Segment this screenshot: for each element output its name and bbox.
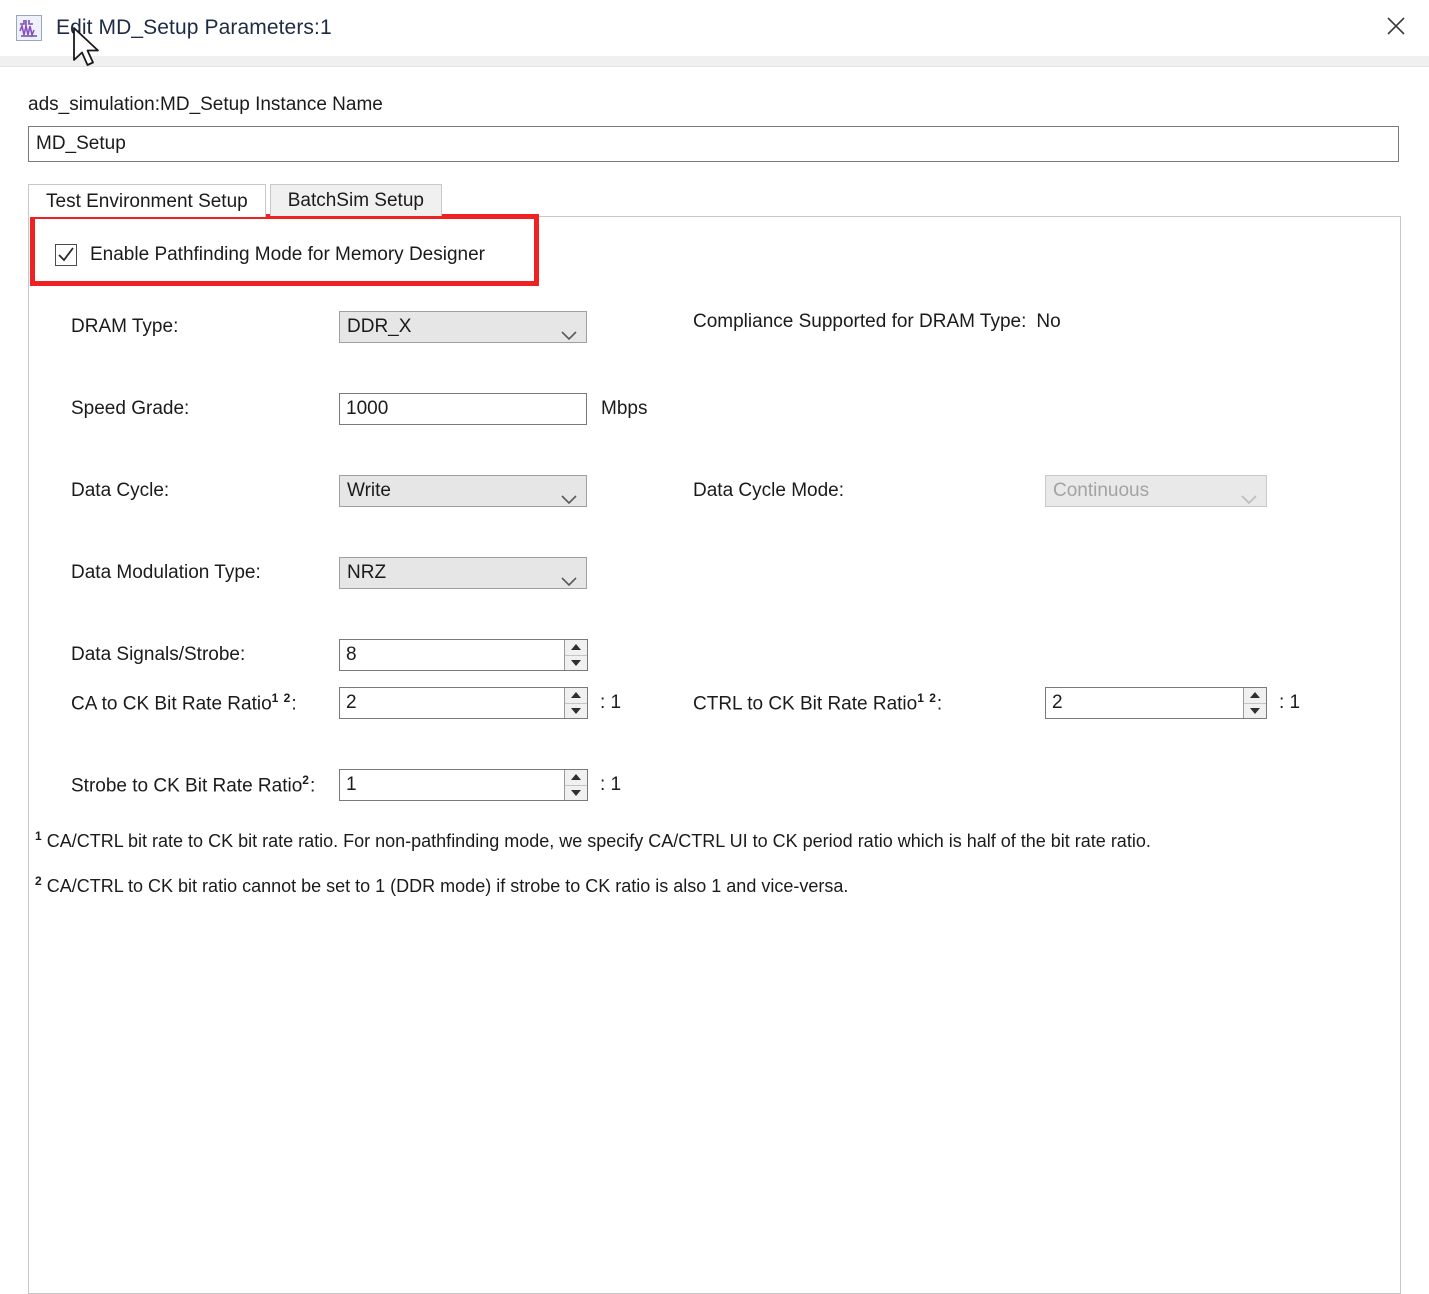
- footnote-1: 1 CA/CTRL bit rate to CK bit rate ratio.…: [35, 829, 1151, 852]
- spinner-down-icon[interactable]: [565, 785, 587, 800]
- strobe-to-ck-label-text: Strobe to CK Bit Rate Ratio: [71, 775, 303, 797]
- spinner-buttons[interactable]: [564, 688, 587, 718]
- data-signals-strobe-label: Data Signals/Strobe:: [71, 644, 246, 665]
- footnote-1-text: CA/CTRL bit rate to CK bit rate ratio. F…: [41, 831, 1151, 851]
- ca-to-ck-superscript: 1 2: [271, 690, 292, 705]
- ctrl-to-ck-superscript: 1 2: [917, 690, 937, 705]
- footnote-2-text: CA/CTRL to CK bit ratio cannot be set to…: [41, 876, 849, 896]
- ctrl-to-ck-label: CTRL to CK Bit Rate Ratio1 2:: [693, 691, 1045, 715]
- footnote-2-marker: 2: [35, 874, 42, 888]
- data-signals-strobe-spinner[interactable]: [339, 639, 588, 671]
- strobe-to-ck-ratio-suffix: : 1: [600, 774, 622, 795]
- parameter-form: DRAM Type: DDR_X Compliance Supported fo…: [29, 217, 1400, 1293]
- spinner-up-icon[interactable]: [565, 640, 587, 656]
- tab-test-environment-setup[interactable]: Test Environment Setup: [28, 184, 266, 217]
- footnote-1-marker: 1: [35, 829, 42, 843]
- ctrl-to-ck-spinner[interactable]: [1045, 687, 1267, 719]
- dram-type-row: DRAM Type: DDR_X: [71, 311, 587, 343]
- spinner-down-icon[interactable]: [565, 655, 587, 670]
- speed-grade-input[interactable]: [339, 393, 587, 425]
- footnote-2: 2 CA/CTRL to CK bit ratio cannot be set …: [35, 874, 848, 897]
- chevron-down-icon: [1241, 488, 1257, 510]
- strobe-to-ck-label: Strobe to CK Bit Rate Ratio2:: [71, 773, 339, 797]
- ctrl-to-ck-row: CTRL to CK Bit Rate Ratio1 2: : 1: [693, 687, 1300, 719]
- strobe-to-ck-row: Strobe to CK Bit Rate Ratio2: : 1: [71, 769, 621, 801]
- instance-name-label: ads_simulation:MD_Setup Instance Name: [28, 94, 383, 115]
- edit-parameters-dialog: Edit MD_Setup Parameters:1 ads_simulatio…: [0, 0, 1429, 1294]
- data-modulation-type-label: Data Modulation Type:: [71, 562, 261, 583]
- close-button[interactable]: [1363, 0, 1429, 52]
- strobe-to-ck-spinner[interactable]: [339, 769, 588, 801]
- spinner-buttons[interactable]: [1243, 688, 1266, 718]
- instance-name-input[interactable]: [28, 126, 1399, 162]
- ctrl-to-ck-input[interactable]: [1045, 687, 1267, 719]
- speed-grade-unit: Mbps: [601, 398, 648, 419]
- tab-strip: Test Environment Setup BatchSim Setup: [28, 184, 1401, 217]
- ca-to-ck-colon: :: [291, 693, 297, 715]
- spinner-buttons[interactable]: [564, 640, 587, 670]
- spinner-up-icon[interactable]: [1244, 688, 1266, 704]
- title-divider: [0, 56, 1429, 67]
- data-cycle-mode-label: Data Cycle Mode:: [693, 480, 845, 501]
- spinner-down-icon[interactable]: [1244, 703, 1266, 718]
- chevron-down-icon: [561, 570, 577, 592]
- dram-type-value: DDR_X: [347, 316, 412, 337]
- speed-grade-row: Speed Grade: Mbps: [71, 393, 647, 425]
- data-modulation-type-select[interactable]: NRZ: [339, 557, 587, 589]
- ca-to-ck-spinner[interactable]: [339, 687, 588, 719]
- compliance-value: No: [1036, 311, 1061, 332]
- strobe-to-ck-colon: :: [309, 775, 316, 797]
- spinner-buttons[interactable]: [564, 770, 587, 800]
- dialog-content: ads_simulation:MD_Setup Instance Name Te…: [0, 67, 1429, 1294]
- ca-to-ck-ratio-suffix: : 1: [600, 692, 622, 713]
- window-title: Edit MD_Setup Parameters:1: [56, 16, 332, 39]
- data-modulation-type-row: Data Modulation Type: NRZ: [71, 557, 587, 589]
- enable-pathfinding-checkbox-row[interactable]: Enable Pathfinding Mode for Memory Desig…: [55, 244, 485, 266]
- data-cycle-value: Write: [347, 480, 391, 501]
- enable-pathfinding-label: Enable Pathfinding Mode for Memory Desig…: [90, 244, 485, 265]
- ca-to-ck-label-text: CA to CK Bit Rate Ratio: [71, 693, 272, 715]
- compliance-row: Compliance Supported for DRAM Type: No: [693, 311, 1061, 333]
- ctrl-to-ck-label-text: CTRL to CK Bit Rate Ratio: [693, 693, 918, 715]
- tab-panel-test-environment-setup: Enable Pathfinding Mode for Memory Desig…: [28, 214, 1401, 1294]
- data-cycle-mode-row: Data Cycle Mode: Continuous: [693, 475, 1267, 507]
- data-cycle-select[interactable]: Write: [339, 475, 587, 507]
- data-signals-strobe-row: Data Signals/Strobe:: [71, 639, 588, 671]
- checkbox-icon[interactable]: [55, 244, 77, 266]
- strobe-to-ck-superscript: 2: [302, 772, 310, 787]
- compliance-label: Compliance Supported for DRAM Type:: [693, 311, 1027, 332]
- ctrl-to-ck-colon: :: [936, 693, 943, 715]
- ca-to-ck-row: CA to CK Bit Rate Ratio1 2: : 1: [71, 687, 621, 719]
- spinner-up-icon[interactable]: [565, 770, 587, 786]
- dram-type-label: DRAM Type:: [71, 316, 179, 337]
- data-cycle-mode-select: Continuous: [1045, 475, 1267, 507]
- tab-batchsim-setup[interactable]: BatchSim Setup: [269, 184, 442, 216]
- title-bar: Edit MD_Setup Parameters:1: [0, 0, 1429, 56]
- spinner-up-icon[interactable]: [565, 688, 587, 704]
- chevron-down-icon: [561, 324, 577, 346]
- data-modulation-type-value: NRZ: [347, 562, 387, 583]
- data-cycle-row: Data Cycle: Write: [71, 475, 587, 507]
- ca-to-ck-label: CA to CK Bit Rate Ratio1 2:: [71, 691, 339, 715]
- data-cycle-label: Data Cycle:: [71, 480, 170, 501]
- data-signals-strobe-input[interactable]: [339, 639, 588, 671]
- ctrl-to-ck-ratio-suffix: : 1: [1279, 692, 1301, 713]
- strobe-to-ck-input[interactable]: [339, 769, 588, 801]
- chevron-down-icon: [561, 488, 577, 510]
- spinner-down-icon[interactable]: [565, 703, 587, 718]
- speed-grade-label: Speed Grade:: [71, 398, 190, 419]
- data-cycle-mode-value: Continuous: [1053, 480, 1150, 501]
- waveform-schematic-icon: [16, 15, 42, 41]
- ca-to-ck-input[interactable]: [339, 687, 588, 719]
- dram-type-select[interactable]: DDR_X: [339, 311, 587, 343]
